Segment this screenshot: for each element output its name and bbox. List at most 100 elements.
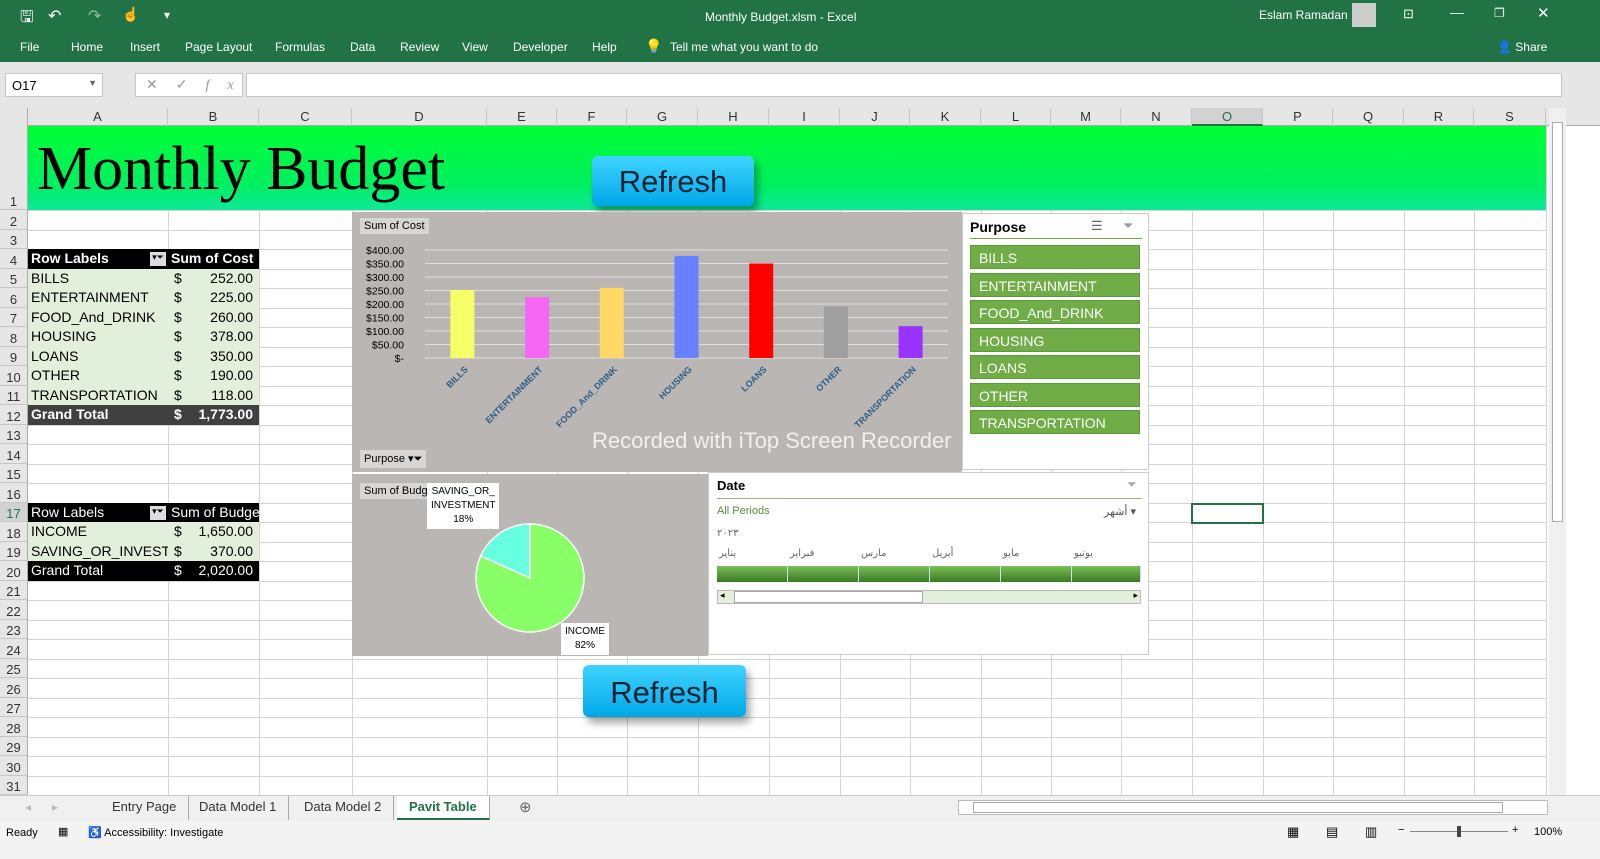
restore-icon[interactable]: ❐: [1494, 6, 1505, 20]
scroll-right-icon[interactable]: ▸: [1133, 590, 1138, 601]
row-header-19[interactable]: 19: [0, 541, 28, 561]
sheet-tab-data-model-2[interactable]: Data Model 2: [292, 796, 395, 820]
purpose-filter-button[interactable]: Purpose ▾⏷: [360, 450, 427, 468]
ribbon-tab-developer[interactable]: Developer: [513, 40, 568, 54]
vertical-scrollbar[interactable]: [1549, 108, 1566, 796]
touch-mode-icon[interactable]: ☝: [122, 6, 139, 23]
cancel-icon[interactable]: ✕: [146, 76, 176, 92]
row-header-30[interactable]: 30: [0, 756, 28, 776]
column-header-D[interactable]: D: [352, 108, 487, 126]
normal-view-icon[interactable]: ▦: [1287, 824, 1299, 840]
accessibility-status[interactable]: ♿ Accessibility: Investigate: [88, 826, 223, 839]
function-icon[interactable]: fx: [205, 78, 251, 93]
row-header-25[interactable]: 25: [0, 658, 28, 678]
row-header-12[interactable]: 12: [0, 405, 28, 425]
column-header-G[interactable]: G: [627, 108, 698, 126]
month-bar[interactable]: [717, 566, 788, 582]
row-header-4[interactable]: 4: [0, 249, 28, 269]
column-header-B[interactable]: B: [168, 108, 259, 126]
scroll-left-icon[interactable]: ◂: [720, 590, 725, 601]
bar-entertainment[interactable]: [525, 297, 550, 358]
clear-filter-icon[interactable]: ⏷: [1127, 477, 1137, 492]
row-header-26[interactable]: 26: [0, 678, 28, 698]
slicer-item-food_and_drink[interactable]: FOOD_And_DRINK: [970, 300, 1140, 324]
row-header-5[interactable]: 5: [0, 268, 28, 288]
zoom-slider-thumb[interactable]: [1457, 826, 1461, 837]
ribbon-tab-home[interactable]: Home: [71, 40, 103, 54]
budget-pie-chart[interactable]: Sum of Budget SAVING_OR_ INVESTMENT 18% IN…: [352, 474, 708, 656]
month-bar[interactable]: [930, 566, 1001, 582]
horizontal-scroll-thumb[interactable]: [973, 802, 1503, 813]
multi-select-icon[interactable]: ☰: [1091, 218, 1103, 234]
next-sheet-icon[interactable]: ▸: [52, 800, 58, 814]
column-header-P[interactable]: P: [1263, 108, 1333, 126]
row-header-9[interactable]: 9: [0, 346, 28, 366]
share-button[interactable]: 👤 Share: [1497, 40, 1547, 54]
slicer-item-other[interactable]: OTHER: [970, 382, 1140, 407]
refresh-button-bottom[interactable]: Refresh: [583, 665, 746, 717]
row-header-7[interactable]: 7: [0, 307, 28, 327]
bar-bills[interactable]: [450, 289, 475, 358]
row-header-24[interactable]: 24: [0, 639, 28, 659]
row-header-6[interactable]: 6: [0, 288, 28, 308]
row-filter-icon[interactable]: ▾⏷: [150, 505, 166, 520]
month-bar[interactable]: [788, 566, 859, 582]
row-filter-icon[interactable]: ▾⏷: [150, 252, 166, 266]
page-layout-view-icon[interactable]: ▤: [1326, 824, 1338, 840]
ribbon-tab-formulas[interactable]: Formulas: [275, 40, 325, 54]
slicer-item-loans[interactable]: LOANS: [970, 355, 1140, 379]
column-header-N[interactable]: N: [1121, 108, 1192, 126]
close-icon[interactable]: ✕: [1537, 4, 1550, 22]
column-header-J[interactable]: J: [840, 108, 910, 126]
column-header-I[interactable]: I: [769, 108, 840, 126]
save-icon[interactable]: 🖫: [20, 6, 34, 33]
sheet-tab-data-model-1[interactable]: Data Model 1: [187, 796, 290, 820]
ribbon-tab-file[interactable]: File: [20, 40, 39, 54]
horizontal-scrollbar[interactable]: [958, 800, 1548, 815]
vertical-scroll-thumb[interactable]: [1552, 122, 1563, 522]
row-header-27[interactable]: 27: [0, 697, 28, 717]
column-header-O[interactable]: O: [1192, 108, 1263, 126]
page-break-view-icon[interactable]: ▥: [1365, 824, 1377, 840]
clear-filter-icon[interactable]: ⏷: [1123, 218, 1133, 234]
zoom-in-icon[interactable]: +: [1512, 824, 1518, 836]
ribbon-tab-review[interactable]: Review: [400, 40, 439, 54]
enter-icon[interactable]: ✓: [176, 76, 206, 92]
customize-toolbar-icon[interactable]: ▾: [164, 8, 170, 22]
row-header-28[interactable]: 28: [0, 717, 28, 737]
column-header-C[interactable]: C: [259, 108, 352, 126]
bar-other[interactable]: [823, 306, 848, 358]
column-header-R[interactable]: R: [1404, 108, 1474, 126]
column-header-L[interactable]: L: [981, 108, 1051, 126]
select-all-button[interactable]: [0, 108, 28, 126]
slicer-item-housing[interactable]: HOUSING: [970, 327, 1140, 352]
row-header-8[interactable]: 8: [0, 327, 28, 347]
macro-record-icon[interactable]: ▦: [58, 825, 68, 838]
slicer-item-bills[interactable]: BILLS: [970, 245, 1140, 269]
column-header-H[interactable]: H: [698, 108, 769, 126]
slicer-item-entertainment[interactable]: ENTERTAINMENT: [970, 272, 1140, 297]
user-name[interactable]: Eslam Ramadan: [1259, 8, 1348, 22]
row-header-11[interactable]: 11: [0, 385, 28, 405]
formula-input[interactable]: [246, 73, 1562, 97]
ribbon-tab-insert[interactable]: Insert: [130, 40, 160, 54]
row-header-21[interactable]: 21: [0, 580, 28, 600]
undo-icon[interactable]: ↶: [48, 6, 61, 26]
zoom-slider[interactable]: [1410, 826, 1508, 837]
refresh-button-top[interactable]: Refresh: [592, 156, 754, 206]
add-sheet-icon[interactable]: ⊕: [519, 798, 532, 816]
row-header-16[interactable]: 16: [0, 483, 28, 503]
zoom-level[interactable]: 100%: [1534, 826, 1562, 838]
sheet-tab-entry-page[interactable]: Entry Page: [100, 796, 190, 820]
ribbon-tab-page-layout[interactable]: Page Layout: [185, 40, 252, 54]
month-bar[interactable]: [859, 566, 930, 582]
bar-food_and_drink[interactable]: [599, 287, 624, 358]
selected-cell-O17[interactable]: [1191, 503, 1264, 524]
row-header-29[interactable]: 29: [0, 736, 28, 756]
sheet-tab-pavit-table[interactable]: Pavit Table: [397, 796, 490, 820]
column-header-M[interactable]: M: [1051, 108, 1121, 126]
scroll-thumb[interactable]: [734, 591, 923, 603]
minimize-icon[interactable]: —: [1450, 4, 1464, 20]
row-header-31[interactable]: 31: [0, 775, 28, 795]
row-header-18[interactable]: 18: [0, 522, 28, 542]
